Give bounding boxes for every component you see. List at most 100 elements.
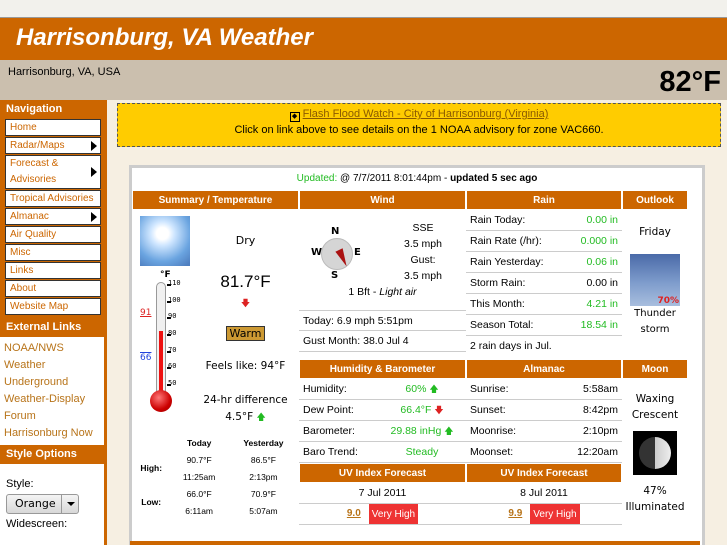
therm-fill (159, 331, 163, 396)
precip-chance: 70% (657, 296, 679, 306)
nav-item-misc[interactable]: Misc (5, 244, 101, 261)
humidity-row: Barometer: 29.88 inHg 🡅 (299, 421, 466, 442)
diff-value: 4.5°F (225, 411, 254, 423)
browser-top-strip (0, 0, 727, 18)
sunny-weather-icon (140, 216, 190, 266)
summary-column: Summary / Temperature Dry 81.7°F 🡇 Warm … (132, 190, 299, 540)
rain-value: 0.00 in (586, 214, 618, 226)
high-today-time: 11:25am (182, 471, 216, 482)
humidity-row: Dew Point: 66.4°F 🡇 (299, 400, 466, 421)
location-label: Harrisonburg, VA, USA (8, 66, 121, 78)
location-bar: Harrisonburg, VA, USA 82°F (0, 60, 727, 100)
nav-item-home[interactable]: Home (5, 119, 101, 136)
wind-speed: 3.5 mph (404, 238, 442, 250)
col-yesterday: Yesterday (243, 437, 284, 448)
nav-item-almanac[interactable]: Almanac (5, 208, 101, 225)
uv-index-link[interactable]: 9.9 (508, 504, 522, 524)
nav-item-about[interactable]: About (5, 280, 101, 297)
nav-item-tropical-advisories[interactable]: Tropical Advisories (5, 190, 101, 207)
wind-compass: N S W E (311, 226, 361, 282)
almanac-value: 5:58am (582, 383, 618, 395)
almanac-label: Moonrise: (470, 425, 517, 437)
rain-label: Rain Today: (470, 214, 526, 226)
high-label: High: (140, 463, 163, 473)
moon-phase-icon (633, 431, 677, 475)
high-yesterday: 86.5°F (250, 454, 276, 465)
feels-like: Feels like: 94°F (205, 360, 286, 372)
external-links-list: NOAA/NWS Weather Underground Weather-Dis… (0, 337, 104, 445)
almanac-value: 2:10pm (582, 425, 618, 437)
humidity-label: Dew Point: (303, 404, 354, 416)
style-options: Style: Orange Widescreen: (0, 464, 104, 538)
therm-tick (167, 317, 171, 320)
widescreen-label: Widescreen: (6, 518, 68, 530)
link-weather-underground[interactable]: Weather Underground (4, 357, 100, 391)
nav-label: Home (10, 122, 37, 133)
nav-menu: Home Radar/Maps Forecast & Advisories Tr… (0, 119, 104, 318)
therm-tick (167, 384, 171, 386)
updated-line: Updated: @ 7/7/2011 8:01:44pm - updated … (132, 168, 702, 188)
nav-label: Air Quality (10, 229, 57, 240)
link-weather-display-forum[interactable]: Weather-Display Forum (4, 391, 100, 425)
humidity-value: 66.4°F (400, 404, 432, 416)
almanac-label: Sunset: (470, 404, 506, 416)
temp-trend-down-icon: 🡇 (240, 299, 251, 309)
humidity-label: Humidity: (303, 383, 347, 395)
rain-row: This Month: 4.21 in (466, 294, 622, 315)
rain-label: Season Total: (470, 319, 534, 331)
gust-speed: 3.5 mph (404, 270, 442, 282)
site-header: Harrisonburg, VA Weather (0, 18, 727, 60)
humidity-label: Baro Trend: (303, 446, 358, 458)
compass-e: E (354, 247, 361, 258)
trend-up-icon: 🡅 (444, 426, 454, 436)
link-noaa-nws[interactable]: NOAA/NWS (4, 340, 100, 357)
trend-up-icon: 🡅 (256, 413, 266, 423)
rain-label: Rain Rate (/hr): (470, 235, 542, 247)
rain-value: 0.000 in (580, 235, 618, 247)
condition-text: Dry (235, 234, 256, 247)
humidity-header: Humidity & Barometer (299, 359, 466, 379)
nav-item-radar-maps[interactable]: Radar/Maps (5, 137, 101, 154)
therm-high-marker: 91 (140, 307, 152, 318)
low-yesterday: 70.9°F (250, 488, 276, 499)
humidity-value: Steady (405, 446, 439, 458)
summary-header: Summary / Temperature (132, 190, 299, 210)
therm-tick (167, 334, 171, 336)
advisory-link[interactable]: Flash Flood Watch - City of Harrisonburg… (303, 108, 549, 120)
style-select[interactable]: Orange (6, 494, 79, 514)
nav-item-website-map[interactable]: Website Map (5, 298, 101, 315)
moon-phase-1: Waxing (635, 393, 675, 405)
uv-header-2: UV Index Forecast (466, 463, 622, 483)
low-label: Low: (141, 497, 162, 507)
link-harrisonburg-now[interactable]: Harrisonburg Now (4, 425, 100, 442)
external-links-heading: External Links (0, 318, 104, 337)
updated-sep: - (441, 173, 451, 184)
moon-column: Moon Waxing Crescent 47% Illuminated (622, 359, 688, 515)
humidity-value: 29.88 inHg (390, 425, 442, 437)
therm-tick (167, 300, 171, 303)
compass-s: S (331, 270, 339, 281)
site-title: Harrisonburg, VA Weather (16, 24, 313, 51)
moon-phase-2: Crescent (631, 409, 679, 421)
compass-n: N (331, 226, 340, 237)
uv-value-row-1: 9.0 Very High (299, 504, 466, 525)
submenu-arrow-icon (91, 140, 97, 151)
moon-illum-pct: 47% (643, 485, 667, 497)
beaufort: 1 Bft - (348, 286, 380, 298)
nav-label: Almanac (10, 211, 49, 222)
uv-value-row-2: 9.9 Very High (466, 504, 622, 525)
nav-item-air-quality[interactable]: Air Quality (5, 226, 101, 243)
nav-item-forecast-advisories[interactable]: Forecast & Advisories (5, 155, 101, 189)
low-today-time: 6:11am (185, 505, 214, 516)
warning-icon: ◆ (289, 112, 300, 122)
therm-bulb (150, 390, 172, 412)
uv-index-link[interactable]: 9.0 (347, 504, 361, 524)
humidity-column: Humidity & Barometer Humidity: 60% 🡅 Dew P… (299, 359, 466, 525)
rain-row: Storm Rain: 0.00 in (466, 273, 622, 294)
uv-date: 7 Jul 2011 (358, 487, 407, 499)
submenu-arrow-icon (91, 167, 97, 177)
main-content: ◆ Flash Flood Watch - City of Harrisonbur… (107, 100, 727, 545)
style-options-heading: Style Options (0, 445, 104, 464)
nav-item-links[interactable]: Links (5, 262, 101, 279)
humidity-row: Humidity: 60% 🡅 (299, 379, 466, 400)
